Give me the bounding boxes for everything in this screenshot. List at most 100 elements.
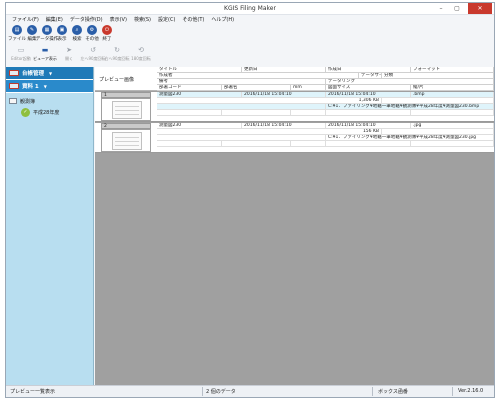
status-bar: プレビュー一覧表示 2 個のデータ ボックス函番 Ver.2.16.0 [6, 385, 494, 397]
ledger-icon [9, 70, 19, 76]
other-icon: ⚙ [87, 25, 97, 35]
toolbar-data-button[interactable]: ▦ データ操作 [36, 25, 58, 45]
status-divider [202, 387, 203, 396]
file-icon: ▤ [12, 25, 22, 35]
menu-help[interactable]: ヘルプ(H) [211, 16, 234, 23]
chevron-down-icon: ▼ [43, 83, 47, 89]
close-button[interactable]: ✕ [468, 3, 492, 14]
table-row[interactable]: 1 測量図230 2016/11/18 15:04:10 2016/11/18 … [95, 92, 494, 122]
rotate-right-label: 右へ90度回転 [104, 56, 130, 61]
data-icon: ▦ [42, 25, 52, 35]
gear-icon: ✓ [21, 107, 30, 117]
preview-thumbnail[interactable] [101, 129, 151, 152]
editor-launch-button[interactable]: ▭ Editor起動 [10, 45, 32, 66]
menu-bar: ファイル(F) 編集(E) データ操作(D) 表示(V) 検索(S) 設定(C)… [6, 15, 494, 24]
minimize-button[interactable]: – [434, 3, 448, 14]
open-label: 開く [65, 56, 73, 61]
viewer-display-label: ビューア表示 [33, 56, 57, 61]
toolbar-exit-label: 終了 [102, 37, 112, 42]
table-row[interactable]: 2 測量図230 2016/11/18 15:04:10 2016/11/18 … [95, 123, 494, 153]
rotate-right-icon: ↻ [114, 46, 120, 54]
record-grid-area: プレビュー画像 タイトル 更新日 作成日 フォーマット 作成者 データサイズ 分… [95, 67, 494, 385]
rotate-right-button[interactable]: ↻ 右へ90度回転 [104, 45, 130, 66]
view-toolbar: ▭ Editor起動 ▬ ビューア表示 ➤ 開く ↺ 左へ90度回転 ↻ 右へ9… [10, 45, 154, 66]
menu-settings[interactable]: 設定(C) [158, 16, 175, 23]
thumbnail-image [112, 101, 142, 119]
open-button[interactable]: ➤ 開く [58, 45, 80, 66]
app-window: KGIS Filing Maker – ▢ ✕ ファイル(F) 編集(E) デー… [5, 2, 495, 398]
document-header[interactable]: 資料 1 ▼ [6, 80, 93, 93]
toolbar-view-label: 表示 [57, 37, 67, 42]
toolbar-search-label: 検索 [72, 37, 82, 42]
folder-icon [9, 98, 17, 104]
grid-header: プレビュー画像 タイトル 更新日 作成日 フォーマット 作成者 データサイズ 分… [95, 67, 494, 91]
toolbar-other-button[interactable]: ⚙ その他 [85, 25, 99, 45]
record-dept-code [157, 110, 222, 116]
toolbar-exit-button[interactable]: ⏻ 終了 [100, 25, 114, 45]
thumbnail-image [112, 132, 142, 150]
header-dept-name[interactable]: 部署名 [222, 85, 291, 91]
toolbar-file-button[interactable]: ▤ ファイル [8, 25, 26, 45]
rotate-left-label: 左へ90度回転 [80, 56, 106, 61]
toolbar-search-button[interactable]: ⌕ 検索 [70, 25, 84, 45]
open-icon: ➤ [66, 46, 72, 54]
toolbar-file-label: ファイル [8, 37, 26, 42]
ledger-management-label: 台帳管理 [22, 71, 45, 77]
header-dept-code[interactable]: 部署コード [157, 85, 222, 91]
folder-tree: 観測簿 ✓ 平成28年度 [6, 93, 93, 121]
record-dept-code [157, 141, 222, 147]
record-figure-size [326, 110, 411, 116]
chevron-down-icon: ▼ [49, 70, 53, 76]
record-orientation [411, 141, 494, 147]
viewer-display-button[interactable]: ▬ ビューア表示 [33, 45, 57, 66]
header-figure-size[interactable]: 図面サイズ [326, 85, 411, 91]
rotate-180-icon: ⟲ [138, 46, 144, 54]
record-dept-name [222, 110, 291, 116]
tree-child-label: 平成28年度 [33, 109, 60, 116]
menu-search[interactable]: 検索(S) [134, 16, 151, 23]
record-mm [291, 141, 326, 147]
rotate-left-icon: ↺ [90, 46, 96, 54]
view-icon: ▣ [57, 25, 67, 35]
tree-root-node[interactable]: 観測簿 [9, 96, 90, 106]
maximize-button[interactable]: ▢ [450, 3, 464, 14]
record-orientation [411, 110, 494, 116]
toolbar-edit-button[interactable]: ✎ 編集 [25, 25, 39, 45]
tree-root-label: 観測簿 [20, 98, 36, 105]
status-count: 2 個のデータ [206, 389, 236, 395]
menu-other[interactable]: その他(T) [182, 16, 204, 23]
editor-launch-label: Editor起動 [11, 56, 31, 61]
toolbar-view-button[interactable]: ▣ 表示 [55, 25, 69, 45]
preview-column-label: プレビュー画像 [99, 77, 135, 83]
status-mode: プレビュー一覧表示 [10, 389, 56, 395]
rotate-left-button[interactable]: ↺ 左へ90度回転 [80, 45, 106, 66]
toolbar-other-label: その他 [85, 37, 99, 42]
ledger-management-header[interactable]: 台帳管理 ▼ [6, 67, 93, 80]
menu-edit[interactable]: 編集(E) [46, 16, 63, 23]
preview-thumbnail[interactable] [101, 98, 151, 121]
editor-icon: ▭ [17, 46, 25, 54]
menu-file[interactable]: ファイル(F) [12, 16, 39, 23]
status-version: Ver.2.16.0 [458, 388, 484, 394]
rotate-180-button[interactable]: ⟲ 180度回転 [130, 45, 152, 66]
record-figure-size [326, 141, 411, 147]
viewer-icon: ▬ [41, 46, 49, 54]
document-label: 資料 1 [22, 84, 39, 90]
status-divider [452, 387, 453, 396]
menu-view[interactable]: 表示(V) [110, 16, 127, 23]
rotate-180-label: 180度回転 [131, 56, 151, 61]
status-divider [372, 387, 373, 396]
title-bar: KGIS Filing Maker – ▢ ✕ [6, 3, 494, 15]
sidebar: 台帳管理 ▼ 資料 1 ▼ 観測簿 ✓ 平成28年度 [6, 67, 94, 385]
menu-data[interactable]: データ操作(D) [70, 16, 103, 23]
window-title: KGIS Filing Maker [224, 5, 276, 12]
edit-icon: ✎ [27, 25, 37, 35]
tree-child-node[interactable]: ✓ 平成28年度 [9, 106, 90, 118]
exit-icon: ⏻ [102, 25, 112, 35]
status-box: ボックス函番 [378, 389, 408, 395]
record-dept-name [222, 141, 291, 147]
record-mm [291, 110, 326, 116]
header-mm[interactable]: mm [291, 85, 326, 91]
header-orientation[interactable]: 縦/片 [411, 85, 494, 91]
main-toolbar: ▤ ファイル ✎ 編集 ▦ データ操作 ▣ 表示 ⌕ 検索 ⚙ その他 ⏻ 終了 [8, 25, 115, 45]
